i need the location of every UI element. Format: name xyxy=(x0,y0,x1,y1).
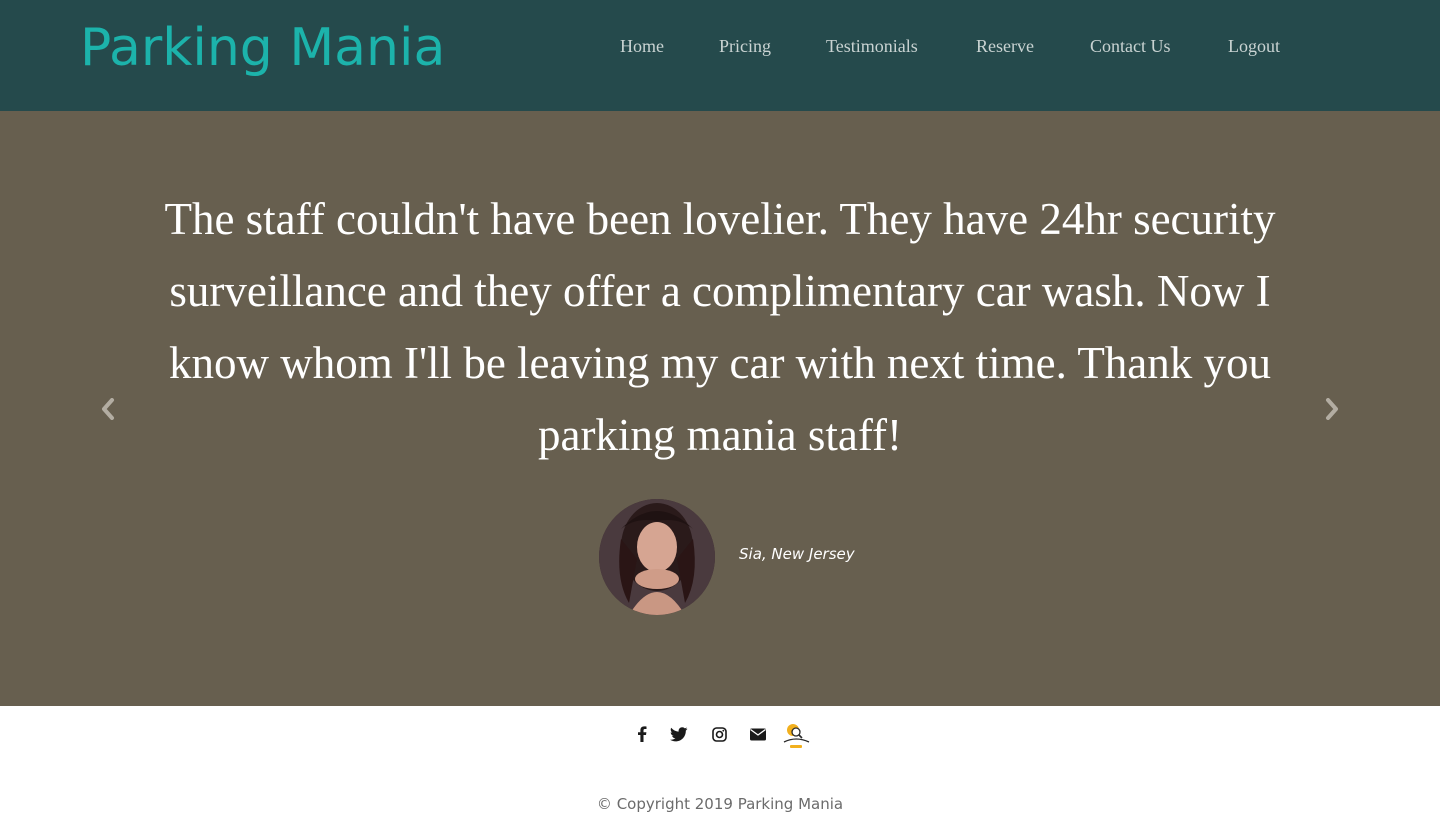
parking-mania-logo[interactable] xyxy=(781,722,811,750)
social-links xyxy=(0,722,1440,750)
twitter-icon[interactable] xyxy=(669,722,689,746)
envelope-icon[interactable] xyxy=(748,722,768,746)
nav-contact-us[interactable]: Contact Us xyxy=(1090,36,1171,57)
nav-testimonials[interactable]: Testimonials xyxy=(826,36,918,57)
navbar: Parking Mania Home Pricing Testimonials … xyxy=(0,0,1440,111)
testimonial-quote: The staff couldn't have been lovelier. T… xyxy=(164,194,1276,460)
chevron-right-icon xyxy=(1326,398,1338,420)
nav-pricing[interactable]: Pricing xyxy=(719,36,771,57)
nav-reserve[interactable]: Reserve xyxy=(976,36,1034,57)
copyright-text: © Copyright 2019 Parking Mania xyxy=(596,795,844,813)
testimonial-carousel: The staff couldn't have been lovelier. T… xyxy=(0,111,1440,706)
instagram-icon[interactable] xyxy=(710,722,728,746)
facebook-icon[interactable] xyxy=(634,722,650,746)
nav-logout[interactable]: Logout xyxy=(1228,36,1280,57)
main-nav: Home Pricing Testimonials Reserve Contac… xyxy=(0,36,1440,60)
avatar xyxy=(599,499,715,615)
chevron-left-icon xyxy=(102,398,114,420)
carousel-next-button[interactable] xyxy=(1320,394,1344,424)
carousel-prev-button[interactable] xyxy=(96,394,120,424)
testimonial-author: Sia, New Jersey xyxy=(739,545,855,563)
nav-home[interactable]: Home xyxy=(620,36,664,57)
author-photo xyxy=(599,499,715,615)
